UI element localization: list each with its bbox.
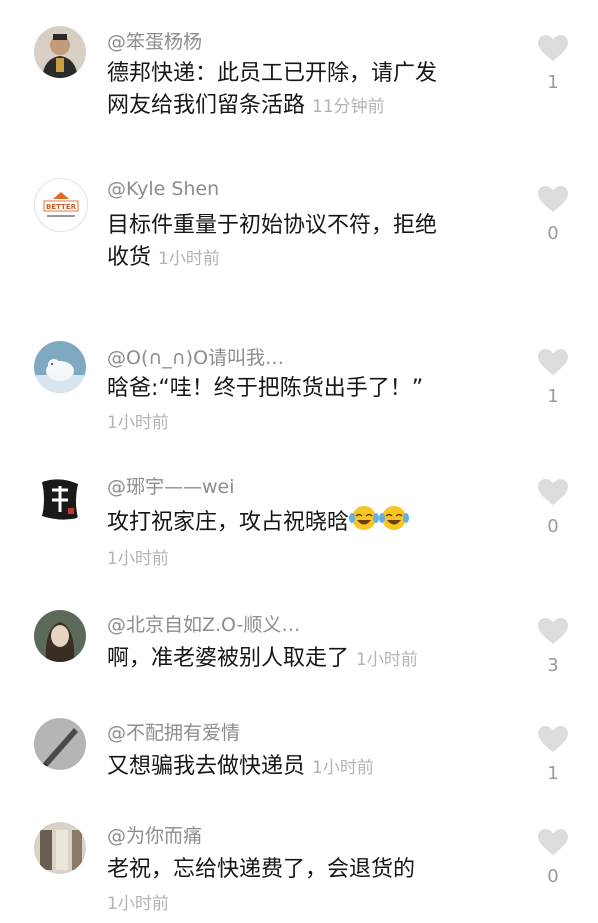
- like-button[interactable]: 1: [536, 34, 570, 93]
- comment-text-line: 啊，准老婆被别人取走了: [107, 646, 350, 671]
- timestamp: 1小时前: [158, 249, 220, 269]
- like-count: 0: [547, 866, 559, 887]
- heart-icon[interactable]: [537, 725, 569, 753]
- username[interactable]: @O(∩_∩)O请叫我…: [107, 343, 284, 370]
- heart-icon[interactable]: [537, 348, 569, 376]
- like-button[interactable]: 0: [536, 478, 570, 537]
- avatar[interactable]: [34, 472, 86, 524]
- username[interactable]: @北京自如Z.O-顺义…: [107, 610, 300, 637]
- comment-text: 又想骗我去做快递员 1小时前: [107, 751, 487, 784]
- comment-text-line: 晗爸:“哇！终于把陈货出手了！”: [107, 376, 424, 401]
- timestamp: 1小时前: [312, 758, 374, 778]
- like-count: 3: [547, 655, 559, 676]
- timestamp: 1小时前: [107, 413, 169, 433]
- like-button[interactable]: 0: [536, 828, 570, 887]
- timestamp: 11分钟前: [312, 97, 385, 117]
- comment-text-line: 攻打祝家庄，攻占祝晓晗: [107, 510, 350, 535]
- like-count: 0: [547, 516, 559, 537]
- username[interactable]: @笨蛋杨杨: [107, 27, 202, 54]
- timestamp: 1小时前: [356, 650, 418, 670]
- avatar[interactable]: BETTER: [34, 178, 88, 232]
- comment-text-line: 德邦快递：此员工已开除，请广发: [107, 61, 438, 86]
- like-button[interactable]: 0: [536, 185, 570, 244]
- heart-icon[interactable]: [537, 617, 569, 645]
- heart-icon[interactable]: [537, 478, 569, 506]
- username[interactable]: @为你而痛: [107, 821, 202, 848]
- like-count: 1: [547, 386, 559, 407]
- like-count: 1: [547, 763, 559, 784]
- comment-text: 攻打祝家庄，攻占祝晓晗 1小时前: [107, 505, 487, 575]
- like-count: 0: [547, 223, 559, 244]
- avatar[interactable]: [34, 822, 86, 874]
- heart-icon[interactable]: [537, 185, 569, 213]
- like-count: 1: [547, 72, 559, 93]
- username[interactable]: @Kyle Shen: [107, 178, 219, 200]
- comment-text-line: 收货: [107, 245, 152, 270]
- comment-text: 目标件重量于初始协议不符，拒绝 收货 1小时前: [107, 210, 487, 275]
- username[interactable]: @不配拥有爱情: [107, 718, 240, 745]
- comment-text: 德邦快递：此员工已开除，请广发 网友给我们留条活路 11分钟前: [107, 58, 487, 123]
- timestamp: 1小时前: [107, 549, 169, 569]
- timestamp: 1小时前: [107, 894, 169, 914]
- like-button[interactable]: 1: [536, 725, 570, 784]
- comment-text-line: 网友给我们留条活路: [107, 93, 306, 118]
- laughing-crying-emoji-icon: [349, 505, 380, 541]
- comment-text: 老祝，忘给快递费了，会退货的 1小时前: [107, 854, 487, 920]
- comment-text-line: 又想骗我去做快递员: [107, 754, 306, 779]
- avatar[interactable]: [34, 610, 86, 662]
- heart-icon[interactable]: [537, 34, 569, 62]
- avatar[interactable]: [34, 26, 86, 78]
- avatar-logo-text: BETTER: [46, 203, 77, 211]
- avatar[interactable]: [34, 718, 86, 770]
- like-button[interactable]: 3: [536, 617, 570, 676]
- like-button[interactable]: 1: [536, 348, 570, 407]
- username[interactable]: @琊宇——wei: [107, 472, 235, 499]
- comment-text: 啊，准老婆被别人取走了 1小时前: [107, 643, 487, 676]
- comment-text: 晗爸:“哇！终于把陈货出手了！” 1小时前: [107, 373, 487, 439]
- comment-text-line: 老祝，忘给快递费了，会退货的: [107, 857, 416, 882]
- avatar[interactable]: [34, 341, 86, 393]
- laughing-crying-emoji-icon: [379, 505, 410, 541]
- comment-text-line: 目标件重量于初始协议不符，拒绝: [107, 213, 438, 238]
- heart-icon[interactable]: [537, 828, 569, 856]
